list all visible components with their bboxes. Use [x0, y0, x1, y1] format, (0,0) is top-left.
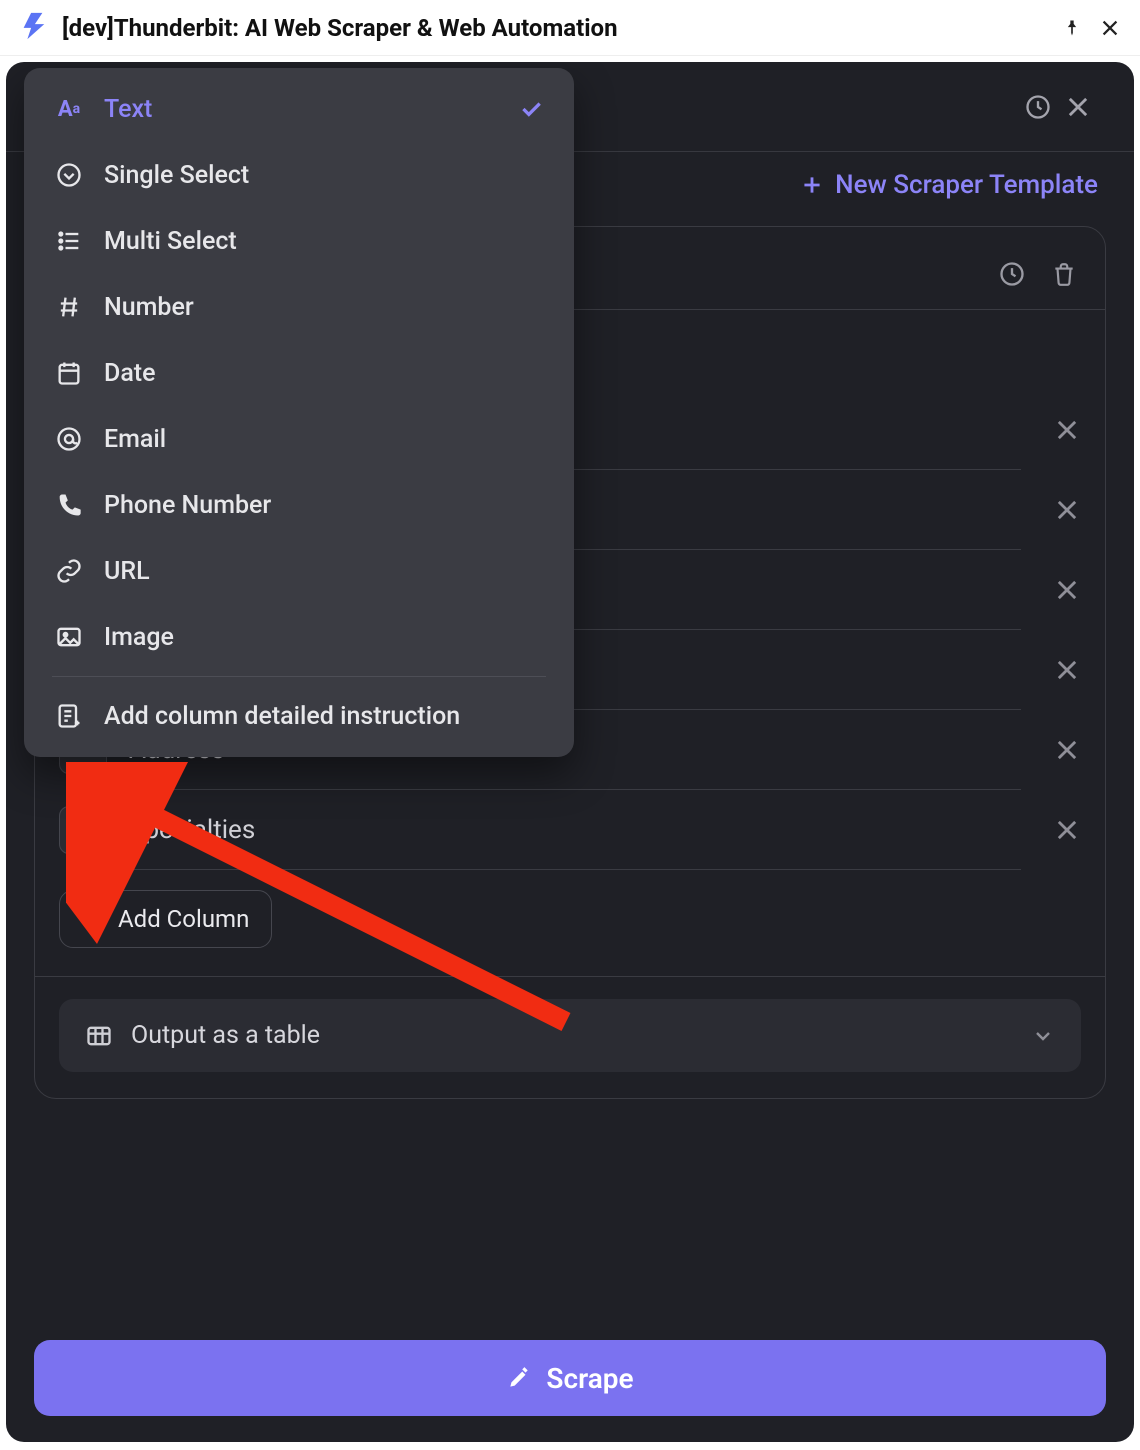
- type-option-single-select[interactable]: Single Select: [24, 142, 574, 208]
- add-detailed-instruction[interactable]: Add column detailed instruction: [24, 683, 574, 749]
- field-type-chip[interactable]: [59, 806, 107, 854]
- type-option-image[interactable]: Image: [24, 604, 574, 670]
- add-column-label: Add Column: [118, 905, 249, 933]
- instruction-icon: [54, 701, 84, 731]
- field-name[interactable]: Specialties: [129, 790, 1021, 870]
- type-option-text[interactable]: Aa Text: [24, 76, 574, 142]
- add-column-button[interactable]: Add Column: [59, 890, 272, 948]
- extension-header: [dev]Thunderbit: AI Web Scraper & Web Au…: [0, 0, 1140, 56]
- pin-icon[interactable]: [1060, 16, 1084, 40]
- card-delete-icon[interactable]: [1047, 257, 1081, 291]
- chevron-down-icon: [1031, 1024, 1055, 1048]
- date-icon: [54, 358, 84, 388]
- multi-select-icon: [54, 226, 84, 256]
- type-option-date[interactable]: Date: [24, 340, 574, 406]
- remove-field-icon[interactable]: [1053, 416, 1081, 444]
- table-icon: [85, 1022, 113, 1050]
- remove-field-icon[interactable]: [1053, 576, 1081, 604]
- extension-title: [dev]Thunderbit: AI Web Scraper & Web Au…: [62, 14, 1046, 42]
- check-icon: [518, 96, 544, 122]
- app-panel: In New Scraper Template: [6, 62, 1134, 1442]
- card-history-icon[interactable]: [995, 257, 1029, 291]
- type-option-email[interactable]: Email: [24, 406, 574, 472]
- type-option-url[interactable]: URL: [24, 538, 574, 604]
- remove-field-icon[interactable]: [1053, 736, 1081, 764]
- url-icon: [54, 556, 84, 586]
- type-option-number[interactable]: Number: [24, 274, 574, 340]
- type-option-phone[interactable]: Phone Number: [24, 472, 574, 538]
- thunderbit-logo-icon: [18, 11, 48, 45]
- remove-field-icon[interactable]: [1053, 816, 1081, 844]
- field-row-specialties: Specialties: [59, 790, 1081, 870]
- email-icon: [54, 424, 84, 454]
- output-format-selector[interactable]: Output as a table: [59, 999, 1081, 1072]
- remove-field-icon[interactable]: [1053, 496, 1081, 524]
- remove-field-icon[interactable]: [1053, 656, 1081, 684]
- scrape-icon: [506, 1365, 532, 1391]
- column-type-dropdown: Aa Text Single Select Multi Select Numbe…: [24, 68, 574, 757]
- single-select-icon: [54, 160, 84, 190]
- number-icon: [54, 292, 84, 322]
- text-icon: Aa: [54, 94, 84, 124]
- image-icon: [54, 622, 84, 652]
- multi-select-type-icon: [70, 817, 96, 843]
- output-label: Output as a table: [131, 1021, 1013, 1050]
- phone-icon: [54, 490, 84, 520]
- scrape-label: Scrape: [546, 1362, 633, 1395]
- close-icon[interactable]: [1098, 16, 1122, 40]
- type-option-multi-select[interactable]: Multi Select: [24, 208, 574, 274]
- history-icon[interactable]: [1018, 87, 1058, 127]
- app-close-icon[interactable]: [1058, 87, 1098, 127]
- scrape-button[interactable]: Scrape: [34, 1340, 1106, 1416]
- new-template-button[interactable]: New Scraper Template: [799, 170, 1098, 200]
- new-template-label: New Scraper Template: [835, 170, 1098, 200]
